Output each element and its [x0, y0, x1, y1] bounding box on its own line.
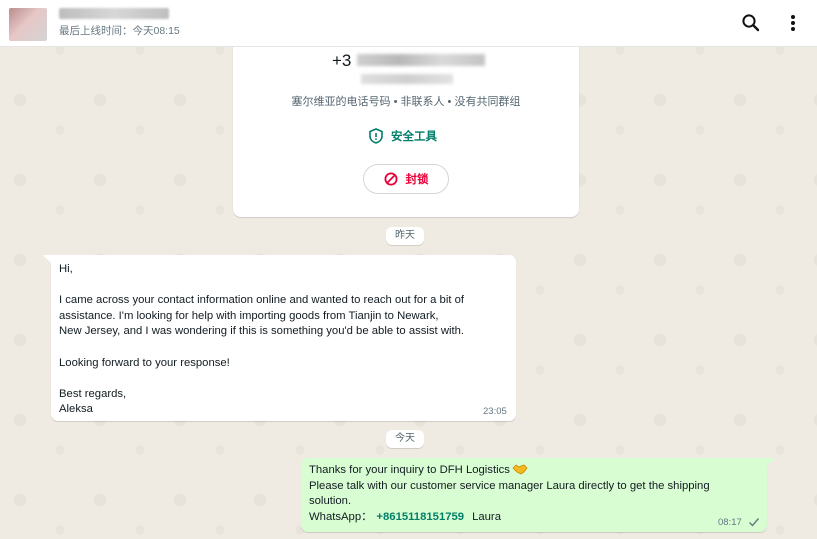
whatsapp-label: WhatsApp：	[309, 510, 373, 523]
search-icon[interactable]	[741, 13, 761, 33]
date-divider-today: 今天	[386, 430, 424, 448]
safety-tools-link[interactable]: 安全工具	[369, 128, 437, 144]
contact-avatar[interactable]	[9, 8, 47, 41]
single-check-icon	[749, 518, 760, 527]
message-text: Thanks for your inquiry to DFH Logistics…	[309, 463, 759, 525]
more-vert-icon[interactable]	[787, 12, 799, 34]
message-line-1: Thanks for your inquiry to DFH Logistics	[309, 464, 510, 476]
phone-number-redacted	[357, 54, 485, 66]
message-line-3: solution.	[309, 495, 352, 508]
phone-number-prefix: +3	[332, 51, 352, 70]
block-button[interactable]: 封锁	[363, 164, 449, 194]
message-time: 23:05	[483, 406, 507, 417]
message-time: 08:17	[718, 517, 742, 528]
shield-icon	[369, 128, 383, 144]
message-line-2: Please talk with our customer service ma…	[309, 479, 710, 492]
contact-name-redacted[interactable]	[59, 8, 169, 19]
contact-description: 塞尔维亚的电话号码 • 非联系人 • 没有共同群组	[291, 96, 521, 108]
contact-info-card: +3 塞尔维亚的电话号码 • 非联系人 • 没有共同群组 安全工具 封锁	[233, 30, 579, 217]
block-icon	[384, 172, 397, 186]
contact-name: Laura	[472, 510, 501, 523]
message-line: Thanks for your inquiry to DFH Logistics	[309, 463, 759, 479]
incoming-message[interactable]: Hi, I came across your contact informati…	[43, 255, 516, 421]
contact-subtitle-redacted	[361, 74, 453, 84]
chat-header: 最后上线时间：今天08:15	[0, 0, 817, 47]
outgoing-message[interactable]: Thanks for your inquiry to DFH Logistics…	[301, 458, 775, 532]
whatsapp-number-link[interactable]: +8615118151759	[376, 510, 464, 526]
whatsapp-contact-line: WhatsApp： +8615118151759 Laura	[309, 510, 759, 526]
handshake-emoji-icon	[512, 464, 528, 475]
safety-tools-label: 安全工具	[391, 131, 437, 143]
bubble-tail	[43, 255, 51, 263]
last-seen-status: 最后上线时间：今天08:15	[59, 25, 180, 37]
bubble-tail	[767, 458, 775, 466]
block-label: 封锁	[405, 174, 429, 186]
date-divider-yesterday: 昨天	[386, 227, 424, 245]
message-text: Hi, I came across your contact informati…	[59, 263, 465, 416]
